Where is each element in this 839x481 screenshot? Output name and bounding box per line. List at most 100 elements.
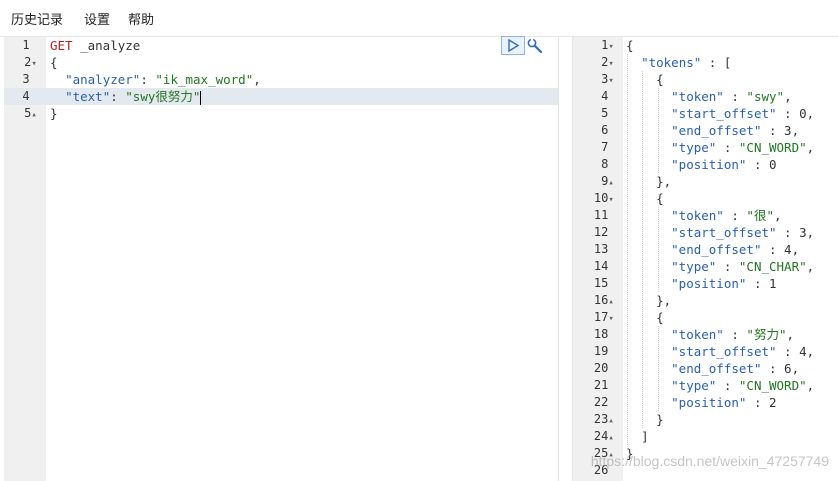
json-string: "努力" (746, 327, 787, 342)
fold-open-icon[interactable]: ▾ (608, 314, 613, 324)
request-code[interactable]: GET _analyze { "analyzer": "ik_max_word"… (46, 37, 558, 481)
json-key: "start_offset" (671, 225, 777, 240)
code-line: { (656, 191, 664, 206)
json-number: 4 (799, 344, 807, 359)
line-number: 9▴ (601, 174, 614, 188)
code-line: "tokens" : [ (641, 55, 732, 70)
line-number: 2▾ (24, 55, 37, 69)
code-line: "end_offset" : 3, (671, 123, 800, 138)
json-key: "analyzer" (65, 72, 141, 87)
code-line: "type" : "CN_WORD", (671, 378, 815, 393)
json-key: "type" (671, 140, 717, 155)
json-string: "swy很努力" (125, 89, 201, 104)
json-key: "start_offset" (671, 344, 777, 359)
line-number: 21 (573, 377, 621, 394)
code-line: "end_offset" : 6, (671, 361, 800, 376)
line-number: 18 (573, 326, 621, 343)
fold-close-icon[interactable]: ▴ (608, 433, 613, 443)
json-number: 1 (769, 276, 777, 291)
wrench-button[interactable] (526, 37, 544, 55)
fold-open-icon[interactable]: ▾ (31, 59, 36, 69)
line-number: 16▴ (593, 293, 614, 307)
text-cursor (200, 90, 202, 105)
menu-help[interactable]: 帮助 (128, 9, 154, 28)
http-method: GET (50, 38, 73, 53)
menu-history[interactable]: 历史记录 (11, 9, 63, 28)
line-number: 10▾ (593, 191, 614, 205)
line-number: 12 (573, 224, 621, 241)
fold-open-icon[interactable]: ▾ (608, 195, 613, 205)
indent-guide (658, 88, 659, 173)
json-key: "type" (671, 378, 717, 393)
code-line: ] (641, 429, 649, 444)
json-string: "ik_max_word" (155, 72, 254, 87)
code-line: "start_offset" : 0, (671, 106, 815, 121)
fold-open-icon[interactable]: ▾ (608, 76, 613, 86)
json-key: "text" (65, 89, 111, 104)
line-number: 4 (22, 89, 30, 103)
request-editor[interactable]: 1 2▾ 3 4 5▴ GET _analyze { "analyzer": "… (4, 37, 558, 481)
code-line: "position" : 1 (671, 276, 777, 291)
code-line: "token" : "很", (671, 208, 782, 223)
json-string: "很" (746, 208, 774, 223)
json-key: "end_offset" (671, 361, 762, 376)
json-number: 3 (784, 123, 792, 138)
line-number: 15 (573, 275, 621, 292)
indent-guide (642, 71, 643, 428)
fold-open-icon[interactable]: ▾ (608, 42, 613, 52)
line-number: 7 (573, 139, 621, 156)
fold-close-icon[interactable]: ▴ (31, 110, 36, 120)
line-number: 19 (573, 343, 621, 360)
code-line: } (656, 412, 664, 427)
json-number: 3 (799, 225, 807, 240)
code-line: "position" : 0 (671, 157, 777, 172)
play-icon (508, 38, 520, 53)
fold-close-icon[interactable]: ▴ (608, 297, 613, 307)
json-number: 6 (784, 361, 792, 376)
request-gutter: 1 2▾ 3 4 5▴ (4, 37, 46, 481)
line-number: 4 (573, 88, 621, 105)
send-request-button[interactable] (501, 36, 525, 55)
json-key: "position" (671, 276, 747, 291)
fold-close-icon[interactable]: ▴ (608, 178, 613, 188)
line-number: 3 (22, 72, 30, 86)
response-editor[interactable]: 1▾ 2▾ 3▾ 4 5 6 7 8 9▴ 10▾ 11 12 13 14 15… (573, 37, 839, 481)
code-line: { (50, 55, 58, 70)
pane-divider[interactable] (558, 37, 573, 481)
code-line: "start_offset" : 4, (671, 344, 815, 359)
code-line: { (656, 72, 664, 87)
json-key: "token" (671, 327, 724, 342)
json-key: "position" (671, 395, 747, 410)
menu-settings[interactable]: 设置 (84, 9, 110, 28)
fold-open-icon[interactable]: ▾ (608, 59, 613, 69)
line-number: 17▾ (593, 310, 614, 324)
json-key: "token" (671, 208, 724, 223)
code-line: }, (656, 174, 672, 189)
code-line: "token" : "努力", (671, 327, 795, 342)
request-path: _analyze (80, 38, 141, 53)
json-key: "token" (671, 89, 724, 104)
code-line: { (626, 38, 634, 53)
line-number: 22 (573, 394, 621, 411)
line-number: 1 (22, 38, 30, 52)
response-code[interactable]: { "tokens" : [ { "token" : "swy", "start… (623, 37, 839, 481)
code-line: "start_offset" : 3, (671, 225, 815, 240)
code-line: }, (656, 293, 672, 308)
top-menu-bar: 历史记录 设置 帮助 (0, 0, 839, 37)
line-number: 5 (573, 105, 621, 122)
indent-guide (626, 54, 628, 445)
fold-close-icon[interactable]: ▴ (608, 416, 613, 426)
json-number: 0 (769, 157, 777, 172)
code-line: "type" : "CN_CHAR", (671, 259, 815, 274)
code-line: GET _analyze (46, 37, 558, 54)
json-key: "end_offset" (671, 242, 762, 257)
code-line: { (656, 310, 664, 325)
